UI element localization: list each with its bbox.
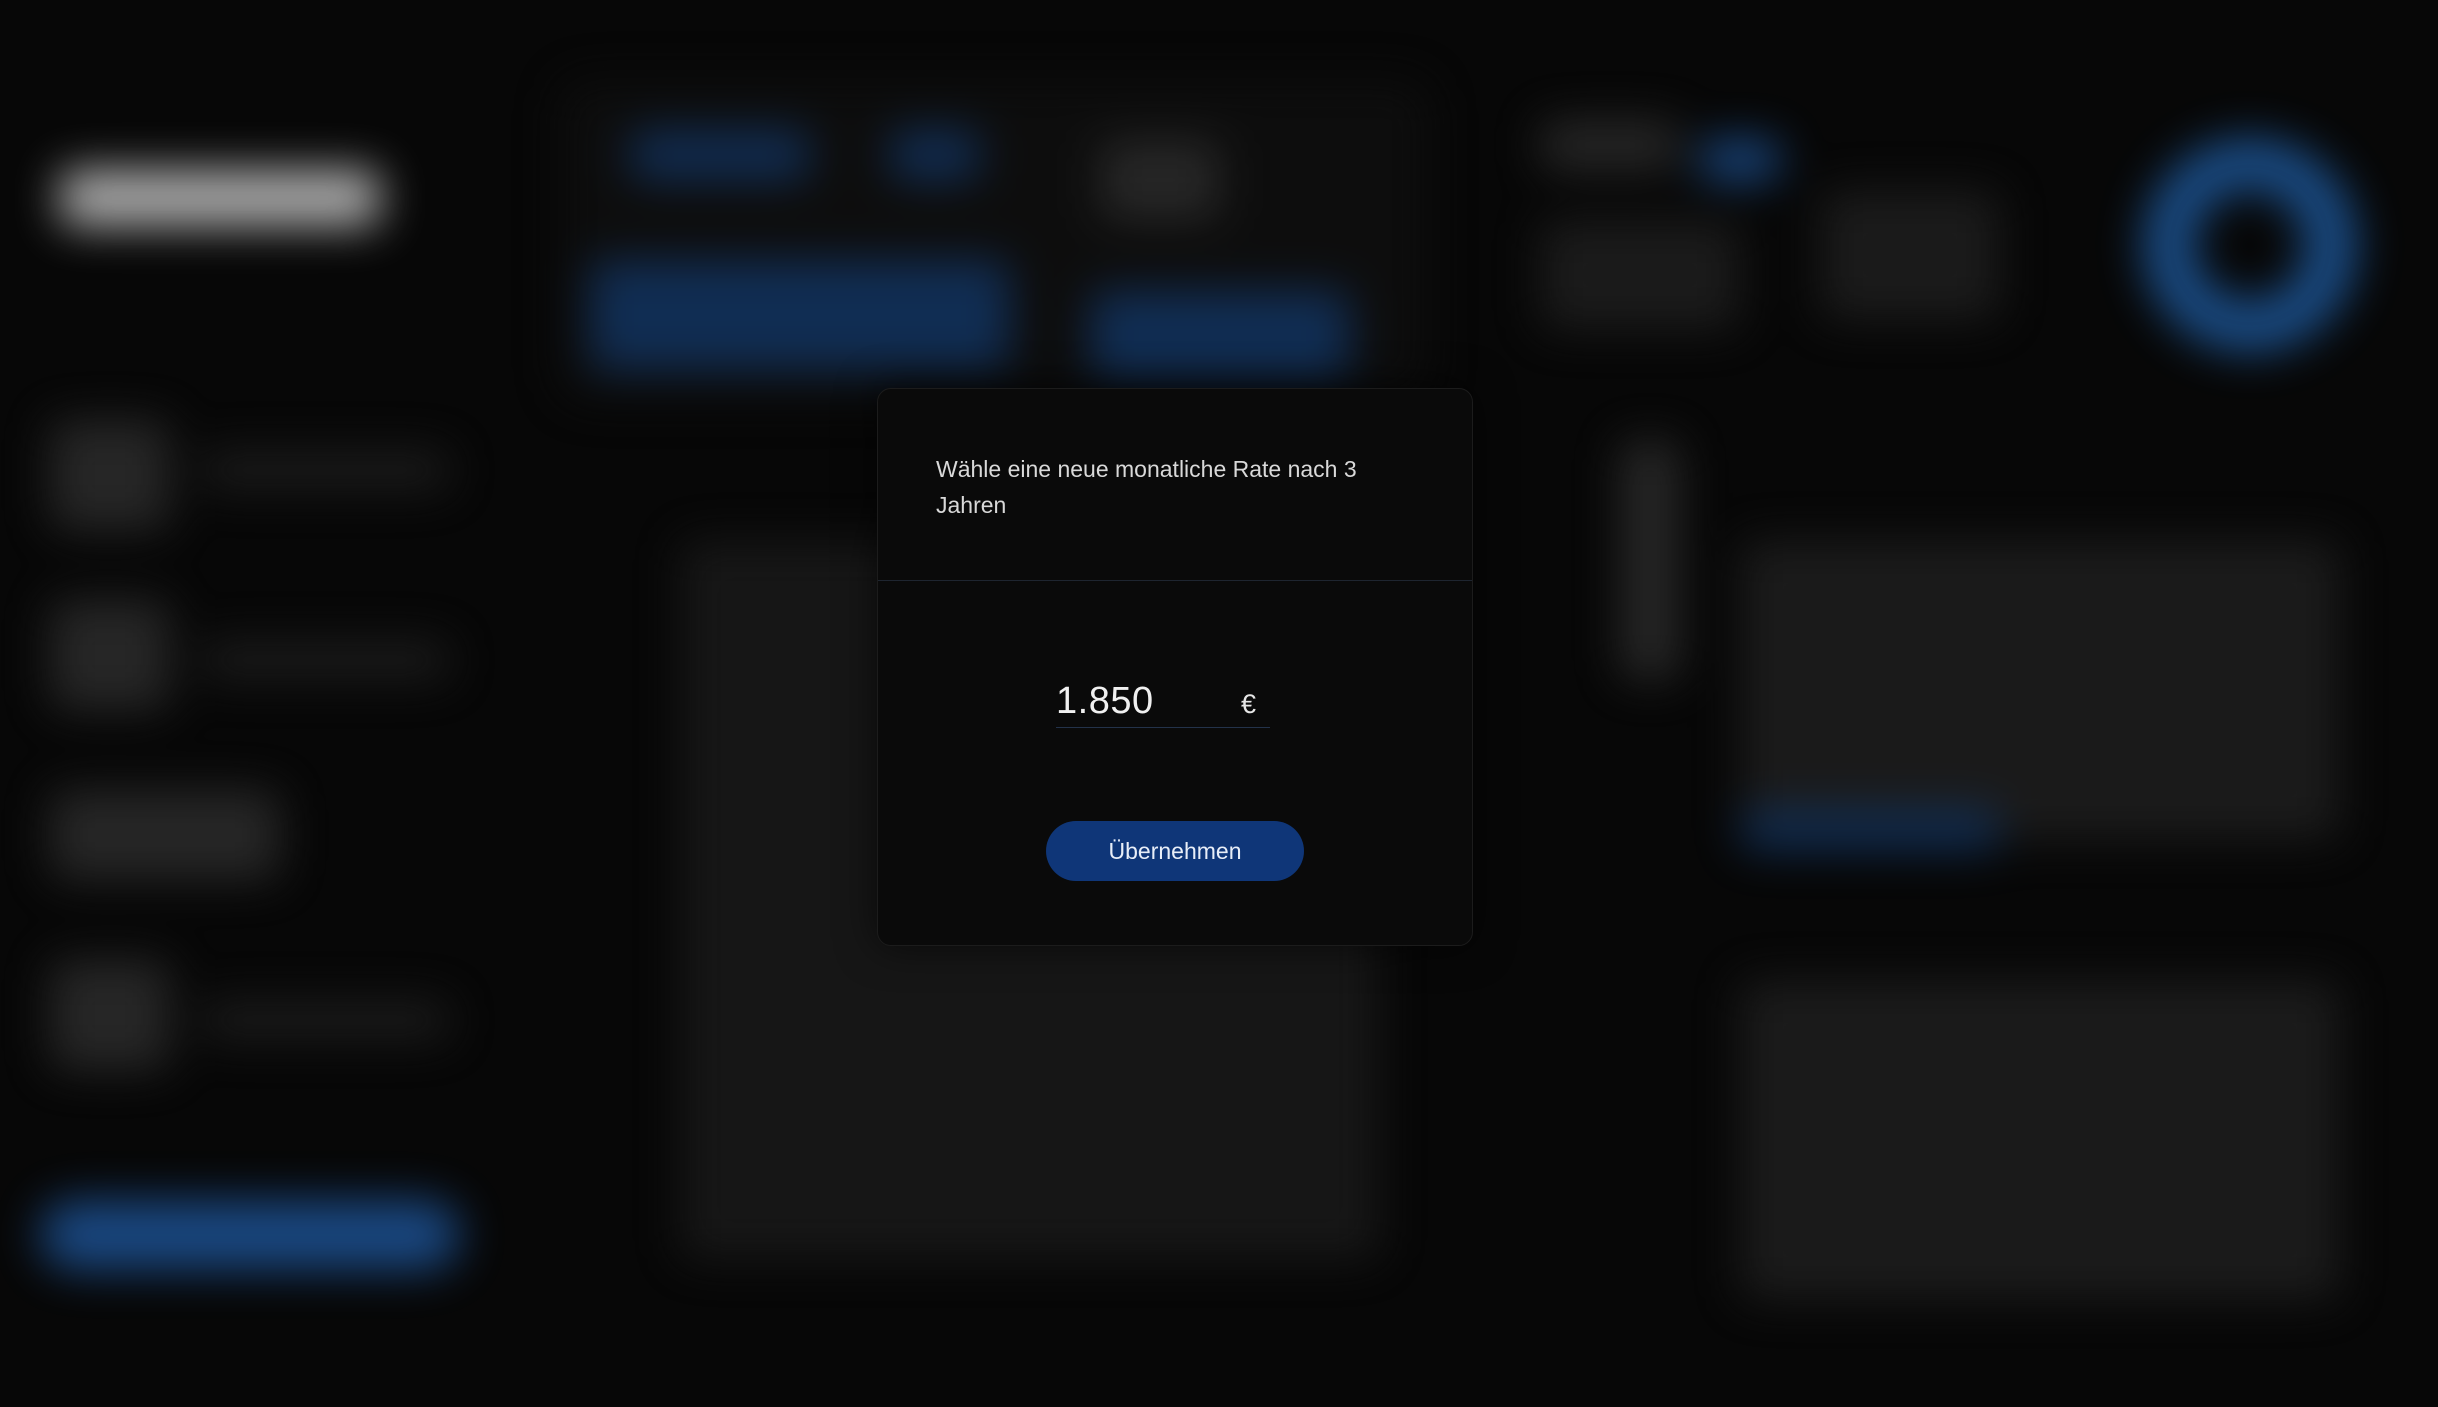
dialog-body: € Übernehmen: [878, 581, 1472, 945]
blurred-text: [1540, 120, 1680, 170]
blurred-sidebar-text: [200, 1000, 450, 1040]
apply-button[interactable]: Übernehmen: [1046, 821, 1304, 881]
dialog-header: Wähle eine neue monatliche Rate nach 3 J…: [878, 389, 1472, 581]
rate-field: €: [1056, 679, 1270, 728]
blurred-chip: [890, 130, 980, 180]
blurred-card: [590, 260, 1010, 370]
blurred-sidebar-text: [200, 640, 450, 680]
blurred-chip: [1740, 810, 2000, 850]
blurred-sidebar-item: [50, 600, 170, 710]
rate-dialog: Wähle eine neue monatliche Rate nach 3 J…: [877, 388, 1473, 946]
blurred-donut-chart: [2145, 140, 2355, 350]
app-window: Wähle eine neue monatliche Rate nach 3 J…: [0, 0, 2438, 1407]
blurred-sidebar-item: [50, 960, 170, 1070]
blurred-card: [1090, 290, 1350, 380]
blurred-side-panel: [1740, 540, 2340, 840]
blurred-logo: [60, 170, 380, 226]
blurred-scrollbar: [1620, 440, 1680, 680]
blurred-sidebar-item: [50, 420, 170, 530]
blurred-text: [1540, 220, 1740, 330]
blurred-text: [1100, 140, 1220, 220]
blurred-side-panel: [1740, 980, 2340, 1300]
blurred-text: [1820, 190, 2000, 320]
blurred-sidebar-button: [40, 1200, 460, 1270]
blurred-sidebar-text: [200, 450, 450, 490]
blurred-chip: [1700, 140, 1780, 180]
monthly-rate-input[interactable]: [1056, 679, 1226, 723]
currency-symbol: €: [1240, 689, 1256, 719]
blurred-sidebar-item: [50, 790, 280, 880]
dialog-prompt: Wähle eine neue monatliche Rate nach 3 J…: [936, 456, 1357, 518]
blurred-chip: [630, 130, 810, 180]
